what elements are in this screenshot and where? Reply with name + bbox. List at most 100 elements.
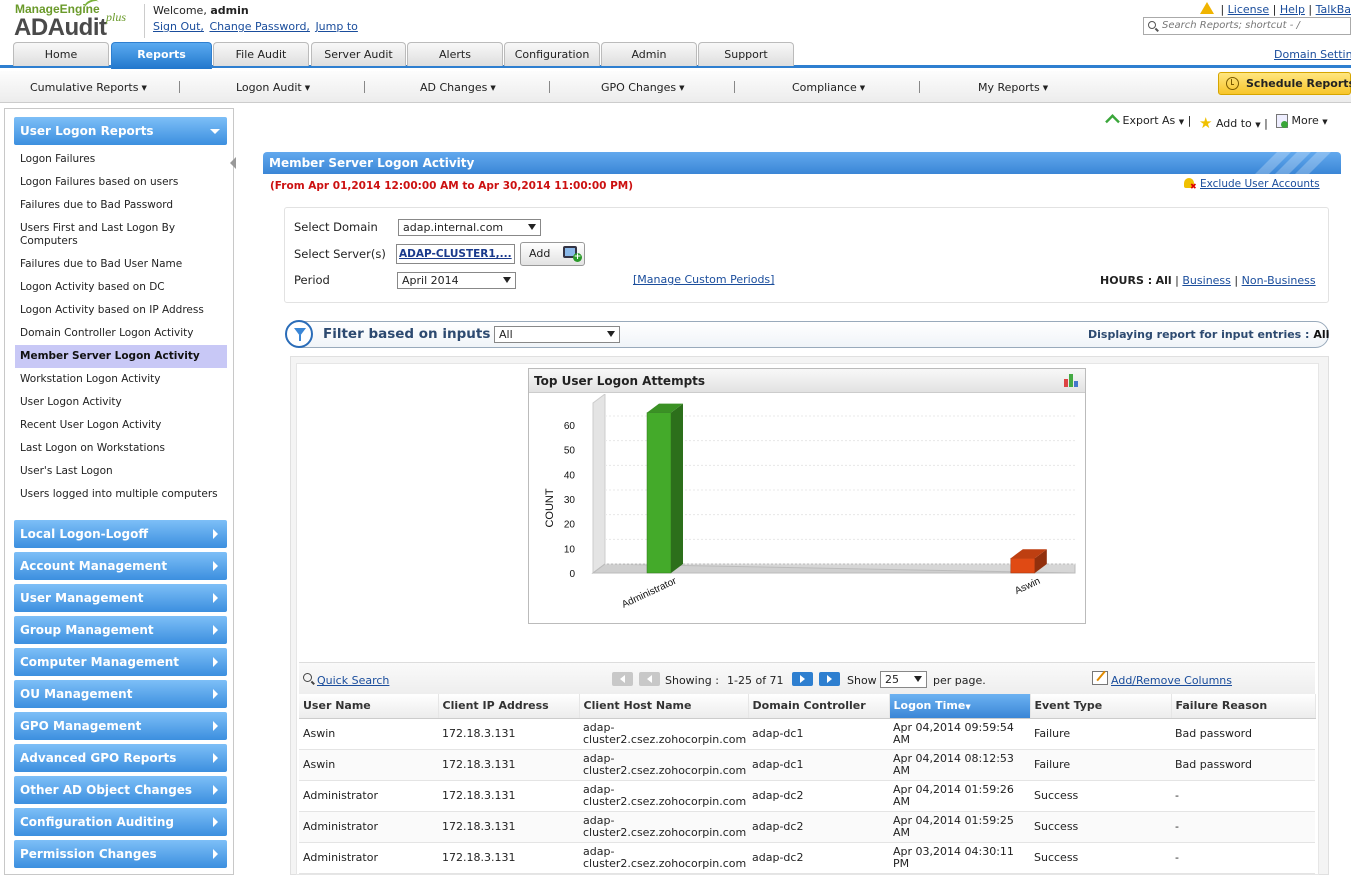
add-server-button[interactable]: Add [520, 242, 585, 266]
exclude-user-accounts-link[interactable]: Exclude User Accounts [1184, 178, 1320, 191]
change-password-link[interactable]: Change Password, [209, 20, 310, 33]
select-domain-label: Select Domain [294, 220, 378, 234]
table-row[interactable]: Administrator 172.18.3.131 adap-cluster2… [299, 842, 1315, 874]
filter-select[interactable]: All [494, 326, 620, 343]
sidebar-section[interactable]: Computer Management [14, 648, 227, 676]
sidebar-item[interactable]: Logon Failures based on users [15, 176, 227, 189]
bar-side [671, 403, 683, 573]
sidebar-section[interactable]: GPO Management [14, 712, 227, 740]
sidebar-section[interactable]: Other AD Object Changes [14, 776, 227, 804]
talkback-link[interactable]: TalkBa [1316, 3, 1351, 16]
table-row[interactable]: Aswin 172.18.3.131 adap-cluster2.csez.zo… [299, 749, 1315, 781]
sidebar-section[interactable]: Configuration Auditing [14, 808, 227, 836]
sidebar-item[interactable]: Last Logon on Workstations [15, 442, 227, 455]
sidebar-section[interactable]: OU Management [14, 680, 227, 708]
column-header[interactable]: Domain Controller [748, 694, 890, 719]
tab-support[interactable]: Support [698, 42, 794, 66]
tab-admin[interactable]: Admin [601, 42, 697, 66]
column-header[interactable]: Failure Reason [1171, 694, 1316, 719]
sidebar-section[interactable]: Local Logon-Logoff [14, 520, 227, 548]
column-header[interactable]: User Name [299, 694, 439, 719]
sidebar-item[interactable]: Failures due to Bad User Name [15, 258, 227, 271]
sidebar-section-user-logon-reports[interactable]: User Logon Reports [14, 117, 227, 145]
license-link[interactable]: License [1228, 3, 1269, 16]
account-links: Sign Out, Change Password, Jump to [153, 20, 360, 33]
table-row[interactable]: Aswin 172.18.3.131 adap-cluster2.csez.zo… [299, 718, 1315, 750]
subnav-ad-changes[interactable]: AD Changes ▼ [420, 81, 496, 94]
report-search-input[interactable]: Search Reports; shortcut - / [1143, 17, 1351, 35]
y-tick-label: 50 [564, 446, 576, 457]
column-header[interactable]: Event Type [1030, 694, 1172, 719]
subnav-divider [919, 81, 920, 93]
hours-non-business-link[interactable]: Non-Business [1242, 274, 1316, 287]
edit-columns-icon[interactable] [1092, 671, 1108, 685]
sidebar-item[interactable]: Users logged into multiple computers [15, 488, 227, 501]
more-menu[interactable]: More ▼ [1276, 114, 1328, 128]
chevron-down-icon [607, 331, 615, 337]
jump-to-link[interactable]: Jump to [315, 20, 357, 33]
subnav-my-reports[interactable]: My Reports ▼ [978, 81, 1048, 94]
subnav-cumulative-reports[interactable]: Cumulative Reports ▼ [30, 81, 147, 94]
last-page-button[interactable] [819, 672, 840, 686]
tab-alerts[interactable]: Alerts [407, 42, 503, 66]
y-axis-label: COUNT [544, 488, 556, 527]
table-row[interactable]: Administrator 172.18.3.131 adap-cluster2… [299, 780, 1315, 812]
sidebar-section[interactable]: User Management [14, 584, 227, 612]
sidebar-item[interactable]: Logon Activity based on DC [15, 281, 227, 294]
sidebar-section[interactable]: Permission Changes [14, 840, 227, 868]
chevron-right-icon [213, 593, 218, 603]
x-category-label: Administrator [620, 575, 679, 610]
sidebar-item[interactable]: Users First and Last Logon By Computers [15, 222, 227, 248]
subnav-gpo-changes[interactable]: GPO Changes ▼ [601, 81, 685, 94]
add-to-menu[interactable]: ★ Add to ▼ | [1199, 114, 1268, 132]
quick-search-link[interactable]: Quick Search [303, 673, 389, 687]
help-link[interactable]: Help [1280, 3, 1305, 16]
column-header[interactable]: Client Host Name [579, 694, 749, 719]
sidebar-item[interactable]: Logon Activity based on IP Address [15, 304, 227, 317]
cell-logon-time: Apr 04,2014 01:59:25 AM [889, 811, 1030, 843]
export-menu[interactable]: Export As ▼ | [1105, 113, 1191, 129]
sidebar-item[interactable]: Failures due to Bad Password [15, 199, 227, 212]
subnav-compliance[interactable]: Compliance ▼ [792, 81, 865, 94]
sidebar-section[interactable]: Advanced GPO Reports [14, 744, 227, 772]
hours-all[interactable]: All [1156, 274, 1172, 287]
sidebar-section[interactable]: Account Management [14, 552, 227, 580]
sign-out-link[interactable]: Sign Out, [153, 20, 204, 33]
schedule-reports-button[interactable]: Schedule Reports [1218, 72, 1351, 95]
add-remove-columns-link[interactable]: Add/Remove Columns [1111, 674, 1232, 687]
tab-home[interactable]: Home [13, 42, 109, 66]
filter-icon-badge [285, 320, 313, 348]
tab-server-audit[interactable]: Server Audit [311, 42, 406, 66]
column-header-sorted[interactable]: Logon Time▼ [889, 694, 1031, 719]
warning-icon[interactable] [1200, 2, 1215, 14]
tab-file-audit[interactable]: File Audit [213, 42, 309, 66]
y-tick-label: 0 [569, 569, 575, 580]
add-computer-icon [563, 246, 582, 262]
tab-configuration[interactable]: Configuration [504, 42, 600, 66]
first-page-button[interactable] [612, 672, 633, 686]
sidebar-item[interactable]: User's Last Logon [15, 465, 227, 478]
servers-field[interactable]: ADAP-CLUSTER1,... [396, 244, 515, 264]
prev-page-button[interactable] [639, 672, 660, 686]
domain-settings-link[interactable]: Domain Settin [1274, 48, 1351, 61]
hours-business-link[interactable]: Business [1182, 274, 1231, 287]
chart-type-icon[interactable] [1064, 373, 1080, 387]
sidebar-item[interactable]: Workstation Logon Activity [15, 373, 227, 386]
chart-plot: 0 10 20 30 40 50 60 COUNT Administrator Aswin [544, 394, 1076, 611]
sidebar-item[interactable]: User Logon Activity [15, 396, 227, 409]
column-header[interactable]: Client IP Address [438, 694, 580, 719]
sidebar-item[interactable]: Domain Controller Logon Activity [15, 327, 227, 340]
sidebar-collapse-handle[interactable] [230, 157, 236, 169]
table-row[interactable]: Administrator 172.18.3.131 adap-cluster2… [299, 811, 1315, 843]
manage-custom-periods-link[interactable]: [Manage Custom Periods] [633, 273, 774, 286]
subnav-logon-audit[interactable]: Logon Audit ▼ [236, 81, 310, 94]
sidebar-item[interactable]: Logon Failures [15, 153, 227, 166]
sidebar-item[interactable]: Recent User Logon Activity [15, 419, 227, 432]
sidebar-item-active[interactable]: Member Server Logon Activity [15, 345, 227, 368]
period-select[interactable]: April 2014 [397, 272, 516, 289]
sidebar-section[interactable]: Group Management [14, 616, 227, 644]
next-page-button[interactable] [792, 672, 813, 686]
domain-select[interactable]: adap.internal.com [398, 219, 541, 236]
tab-reports[interactable]: Reports [111, 42, 212, 69]
per-page-select[interactable]: 25 [880, 671, 927, 688]
